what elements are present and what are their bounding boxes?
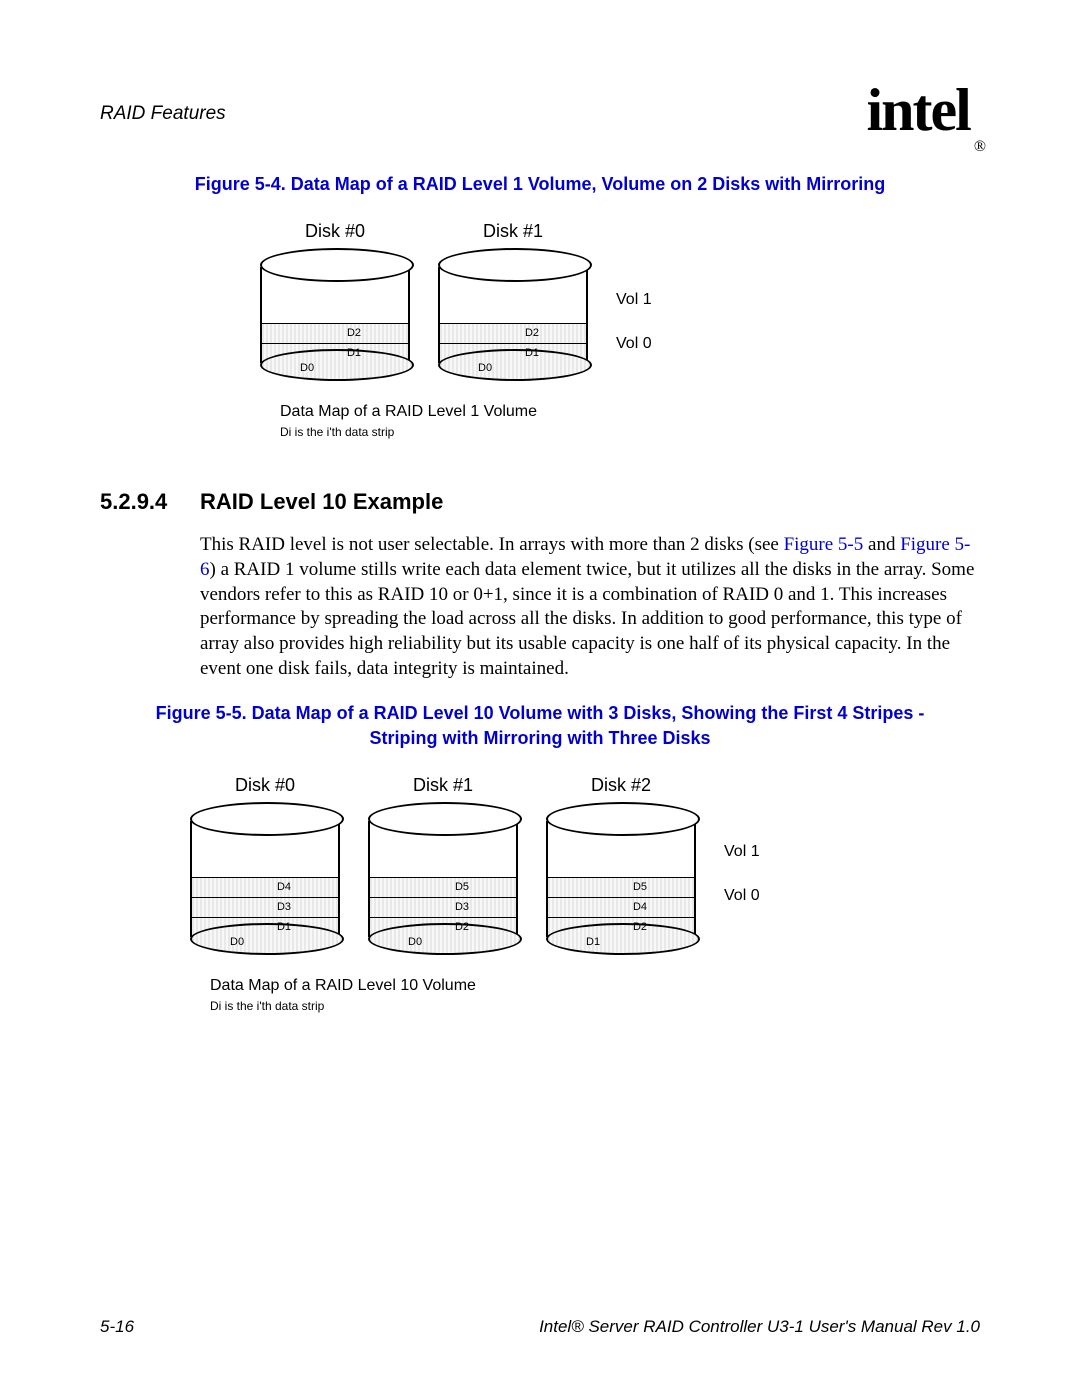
disk-icon: D2 D1 D0 [438, 248, 588, 381]
data-strip: D2 [440, 323, 586, 343]
data-strip: D3 [370, 897, 516, 917]
data-strip: D4 [192, 877, 338, 897]
vol-label: Vol 0 [724, 887, 760, 905]
vol-label: Vol 1 [616, 291, 652, 309]
data-strip: D5 [370, 877, 516, 897]
section-title: RAID Level 10 Example [200, 489, 443, 514]
disk-label: Disk #2 [546, 775, 696, 796]
data-strip: D3 [192, 897, 338, 917]
volume-annotations: Vol 1 Vol 0 [724, 843, 760, 955]
disk-label: Disk #1 [438, 221, 588, 242]
vol-label: Vol 0 [616, 335, 652, 353]
page-footer: 5-16 Intel® Server RAID Controller U3-1 … [100, 1317, 980, 1337]
disk-label: Disk #0 [190, 775, 340, 796]
diagram-caption: Data Map of a RAID Level 1 Volume Di is … [280, 403, 820, 439]
volume-annotations: Vol 1 Vol 0 [616, 291, 652, 381]
figure-5-5-caption: Figure 5-5. Data Map of a RAID Level 10 … [140, 701, 940, 750]
data-strip: D5 [548, 877, 694, 897]
data-strip: D0 [300, 362, 314, 374]
page-number: 5-16 [100, 1317, 134, 1337]
diagram-caption-note: Di is the i'th data strip [280, 425, 820, 439]
registered-mark-icon: ® [974, 138, 984, 155]
disk-icon: D4 D3 D1 D0 [190, 802, 340, 955]
logo-text: intel [867, 77, 970, 143]
diagram-caption-main: Data Map of a RAID Level 10 Volume [210, 977, 476, 994]
vol-label: Vol 1 [724, 843, 760, 861]
header-title: RAID Features [100, 103, 226, 125]
diagram-caption: Data Map of a RAID Level 10 Volume Di is… [210, 977, 890, 1013]
disk-icon: D2 D1 D0 [260, 248, 410, 381]
disk-icon: D5 D3 D2 D0 [368, 802, 518, 955]
figure-5-5-diagram: Disk #0 D4 D3 D1 D0 Disk #1 [190, 775, 890, 1013]
section-number: 5.2.9.4 [100, 489, 200, 515]
data-strip: D0 [408, 936, 422, 948]
diagram-caption-main: Data Map of a RAID Level 1 Volume [280, 403, 537, 420]
data-strip: D0 [478, 362, 492, 374]
figure-5-4-caption: Figure 5-4. Data Map of a RAID Level 1 V… [140, 172, 940, 196]
diagram-caption-note: Di is the i'th data strip [210, 999, 890, 1013]
data-strip: D4 [548, 897, 694, 917]
intel-logo: intel® [867, 80, 980, 147]
section-heading: 5.2.9.4RAID Level 10 Example [100, 489, 980, 515]
disk-label: Disk #1 [368, 775, 518, 796]
data-strip: D2 [262, 323, 408, 343]
footer-doc-title: Intel® Server RAID Controller U3-1 User'… [539, 1317, 980, 1337]
figure-5-5-link[interactable]: Figure 5-5 [784, 534, 864, 555]
disk-label: Disk #0 [260, 221, 410, 242]
data-strip: D1 [586, 936, 600, 948]
data-strip: D0 [230, 936, 244, 948]
figure-5-4-diagram: Disk #0 D2 D1 D0 Disk #1 [260, 221, 820, 439]
page-header: RAID Features intel® [100, 80, 980, 147]
disk-icon: D5 D4 D2 D1 [546, 802, 696, 955]
body-paragraph: This RAID level is not user selectable. … [200, 533, 980, 681]
